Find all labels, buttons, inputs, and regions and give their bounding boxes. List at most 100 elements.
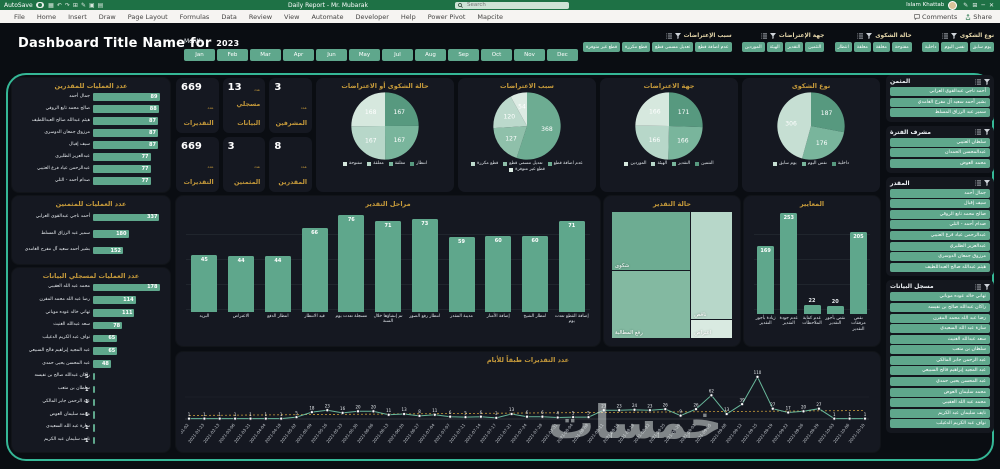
slicer-button[interactable]: هيثم عبدالله صالح العبداللطيف: [890, 262, 990, 272]
ribbon-tab-insert[interactable]: Insert: [62, 13, 93, 21]
window-controls[interactable]: ✎ ⊞ ─ ✕: [961, 2, 996, 9]
ribbon-tab-developer[interactable]: Developer: [349, 13, 394, 21]
month-button-jul[interactable]: Jul: [382, 49, 413, 61]
slicer-button[interactable]: التقدير: [784, 42, 804, 52]
slicer-button[interactable]: صالح محمد تابع الروقي: [890, 209, 990, 219]
slicer-button[interactable]: سلطان العتيبي: [890, 137, 990, 147]
month-button-feb[interactable]: Feb: [217, 49, 248, 61]
slicer-button[interactable]: داخلية: [921, 42, 940, 52]
slicer-button[interactable]: نايف سليمان عبد الكريم: [890, 408, 990, 418]
month-button-oct[interactable]: Oct: [481, 49, 512, 61]
slicer-button[interactable]: تهاني خالد عوده موباني: [890, 292, 990, 302]
slicer-button[interactable]: أحمد ناجي عبدالقوي العرابي: [890, 87, 990, 96]
month-button-may[interactable]: May: [349, 49, 380, 61]
share-button[interactable]: Share: [965, 13, 992, 21]
month-button-nov[interactable]: Nov: [514, 49, 545, 61]
document-title[interactable]: Daily Report - Mr. Mubarak: [288, 0, 368, 10]
ribbon-tab-file[interactable]: File: [8, 13, 31, 21]
slicer-button[interactable]: عدم اضافة قطع: [695, 42, 732, 52]
quick-access-icons[interactable]: ▦ ↶ ↷ ⊞ ✎ ▣ ▤: [47, 2, 105, 9]
bar-value-label: 71: [384, 223, 392, 230]
legend-swatch: [624, 161, 629, 166]
ribbon-tab-draw[interactable]: Draw: [93, 13, 122, 21]
slicer-button[interactable]: الهيئة: [766, 42, 783, 52]
bar: 20: [826, 299, 844, 314]
ribbon-tab-page-layout[interactable]: Page Layout: [122, 13, 174, 21]
edit-icon[interactable]: ✎: [963, 2, 968, 9]
slicer-button[interactable]: راكان عبدالله صالح بن نفيسه: [890, 302, 990, 312]
table-icon[interactable]: ▣: [89, 2, 95, 9]
clipboard-icon[interactable]: ▤: [98, 2, 104, 9]
slicer-button[interactable]: بشير أحمد سعيد آل مفرح الغامدي: [890, 97, 990, 107]
month-button-jan[interactable]: Jan: [184, 49, 215, 61]
undo-icon[interactable]: ↶: [57, 2, 62, 9]
slicer-button[interactable]: محمد عبد الله العقيبي: [890, 398, 990, 408]
month-button-sep[interactable]: Sep: [448, 49, 479, 61]
search-box[interactable]: [455, 1, 569, 9]
slicer-button[interactable]: جمال أحمد: [890, 188, 990, 198]
month-button-jun[interactable]: Jun: [316, 49, 347, 61]
pie-chart-card: سبب الاعتراضات 368 127 120 54 عدم اضافة قطع تع…: [458, 78, 596, 192]
hbar-chart-card: عدد العمليات لمسجلي البيانات محمد عبد الل…: [12, 268, 170, 452]
minimize-icon[interactable]: ─: [981, 2, 985, 9]
slicer-button[interactable]: يوم سابق: [969, 42, 994, 52]
slicer-button[interactable]: مغلقة: [872, 42, 890, 52]
ribbon-tab-automate[interactable]: Automate: [305, 13, 349, 21]
redo-icon[interactable]: ↷: [65, 2, 70, 9]
slicer-button[interactable]: قطع مكررة: [622, 42, 651, 52]
ribbon-tab-home[interactable]: Home: [31, 13, 62, 21]
slicer-button[interactable]: مفتوحة: [891, 42, 912, 52]
hbar-row: سارة عبد الله السعيدي 1: [16, 424, 164, 432]
ribbon-tab-review[interactable]: Review: [243, 13, 278, 21]
slicer-button[interactable]: تعديل مسمى قطع: [652, 42, 694, 52]
slicer-button[interactable]: نواف عبد الكريم الدغيلب: [890, 419, 990, 429]
save-icon[interactable]: ▦: [48, 2, 54, 9]
slicer-button[interactable]: قطع غير متوفرة: [583, 42, 621, 52]
print-icon[interactable]: ⊞: [73, 2, 78, 9]
avatar[interactable]: [948, 0, 958, 10]
slicer-button[interactable]: الموردين: [741, 42, 765, 52]
ribbon-tab-data[interactable]: Data: [215, 13, 243, 21]
ribbon-tab-view[interactable]: View: [278, 13, 305, 21]
slicer-button[interactable]: محمد العوض: [890, 158, 990, 168]
slicer-button[interactable]: معلقة: [853, 42, 871, 52]
slicer-button[interactable]: عبد الرحمن جابر المالكي: [890, 355, 990, 365]
slicer-button[interactable]: سيف إقبال: [890, 199, 990, 209]
slicer-button[interactable]: محمد سليمان العوض: [890, 387, 990, 397]
ribbon-tab-power-pivot[interactable]: Power Pivot: [422, 13, 472, 21]
slicer-button[interactable]: عبد المحسن يحيى حمدي: [890, 377, 990, 387]
bar-value-label: 60: [494, 237, 502, 244]
slicer-button[interactable]: رضا عبد الله محمد المقرن: [890, 313, 990, 323]
slicer-button[interactable]: التثمين: [805, 42, 825, 52]
hbar-row: سمير عبد الرزاق المسلط 180: [16, 230, 164, 238]
slicer-button[interactable]: سارة عبد الله السعيدي: [890, 324, 990, 334]
paint-icon[interactable]: ✎: [81, 2, 86, 9]
slicer-button[interactable]: سمير عبد الرزاق المسلط: [890, 108, 990, 118]
autosave-toggle[interactable]: [35, 2, 44, 8]
slicer-button[interactable]: سعد عبدالله الغنيث: [890, 334, 990, 344]
month-button-aug[interactable]: Aug: [415, 49, 446, 61]
close-icon[interactable]: ✕: [989, 2, 994, 9]
comments-button[interactable]: Comments: [914, 13, 957, 21]
slicer-button[interactable]: نفس اليوم: [941, 42, 968, 52]
slicer-button[interactable]: عبدالرحمن عياد فرع العتيبي: [890, 230, 990, 240]
slicer-button[interactable]: سلطان بن متعب: [890, 345, 990, 355]
hbar-row: رضا عبد الله محمد المقرن 114: [16, 296, 164, 304]
sidebar-slicer: مشرف الفترة سلطان العتيبي عبدالمحسن الحمدا…: [886, 125, 994, 173]
month-button-mar[interactable]: Mar: [250, 49, 281, 61]
slicer-button[interactable]: عبدالعزيز الطليري: [890, 241, 990, 251]
slicer-button[interactable]: عبدالمحسن الحمدان: [890, 148, 990, 158]
apps-grid-icon[interactable]: ⊞: [972, 2, 977, 9]
ribbon-tab-mapcite[interactable]: Mapcite: [471, 13, 509, 21]
slicer-button[interactable]: مرزوق جمعان الدوسري: [890, 252, 990, 262]
slicer-button[interactable]: صدام أحمد - التلي: [890, 220, 990, 230]
month-button-apr[interactable]: Apr: [283, 49, 314, 61]
search-input[interactable]: [465, 1, 559, 9]
slicer-سبب الإعتراضات: سبب الإعتراضات عدم اضافة قطع تعديل مسمى قط…: [583, 33, 732, 52]
slicer-button[interactable]: انتظار: [834, 42, 852, 52]
ribbon-tab-formulas[interactable]: Formulas: [174, 13, 216, 21]
slicer-button[interactable]: عبد المجيد إبراهيم فالح السبيعي: [890, 366, 990, 376]
ribbon-tab-help[interactable]: Help: [395, 13, 422, 21]
user-name[interactable]: Islam Khattab: [906, 2, 944, 8]
month-button-dec[interactable]: Dec: [547, 49, 578, 61]
